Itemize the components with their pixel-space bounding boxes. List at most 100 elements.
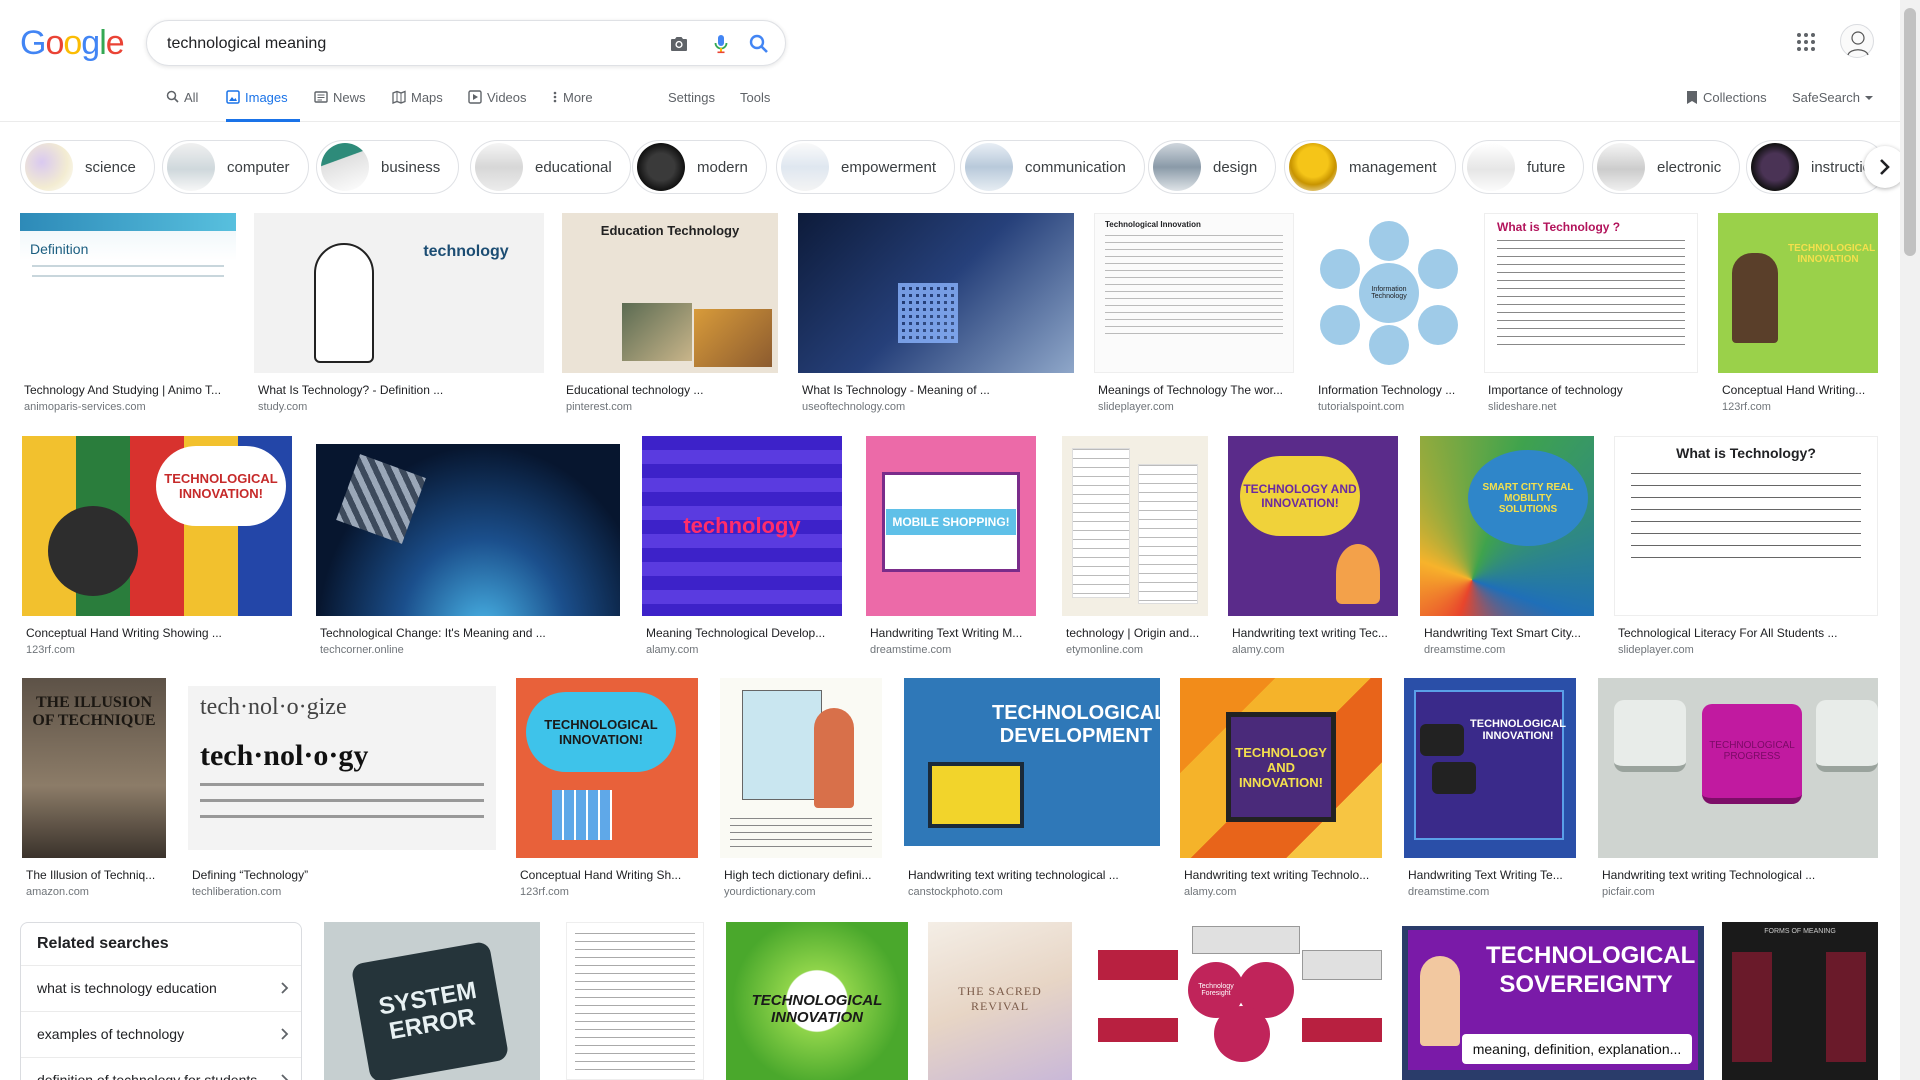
image-result[interactable]: What is Technology ? Importance of techn… <box>1484 213 1698 413</box>
result-thumbnail: Technological Innovation <box>1094 213 1294 373</box>
safesearch-toggle[interactable]: SafeSearch <box>1792 90 1873 122</box>
related-search-item[interactable]: what is technology education <box>21 965 301 1011</box>
result-caption: Educational technology ... <box>566 383 704 397</box>
result-source: slideplayer.com <box>1618 644 1694 656</box>
chip-electronic[interactable]: electronic <box>1592 140 1741 194</box>
chip-management[interactable]: management <box>1284 140 1456 194</box>
image-result[interactable]: TECHNOLOGICAL INNOVATION! Handwriting Te… <box>1404 678 1576 900</box>
chip-future[interactable]: future <box>1462 140 1585 194</box>
google-logo[interactable]: Google <box>20 24 125 63</box>
chip-thumbnail <box>1597 143 1645 191</box>
chip-communication[interactable]: communication <box>960 140 1145 194</box>
chip-business[interactable]: business <box>316 140 460 194</box>
calendar-graphic <box>552 790 612 840</box>
result-caption: Importance of technology <box>1488 383 1623 397</box>
result-source: canstockphoto.com <box>908 886 1003 898</box>
result-caption: Conceptual Hand Writing Sh... <box>520 868 682 882</box>
result-caption: Technology And Studying | Animo T... <box>24 383 222 397</box>
image-result[interactable]: SYSTEM ERROR <box>324 922 540 1080</box>
image-result[interactable] <box>566 922 704 1080</box>
image-result[interactable]: Technological Innovation Meanings of Tec… <box>1094 213 1294 413</box>
chip-thumbnail <box>1289 143 1337 191</box>
image-result[interactable]: MOBILE SHOPPING! Handwriting Text Writin… <box>866 436 1036 658</box>
related-search-item[interactable]: definition of technology for students <box>21 1057 301 1080</box>
tab-news[interactable]: News <box>314 90 366 122</box>
related-searches-panel: Related searches what is technology educ… <box>20 922 302 1080</box>
image-result[interactable]: TECHNOLOGICAL INNOVATION Conceptual Hand… <box>1718 213 1878 413</box>
image-result[interactable]: tech·nol·o·gize tech·nol·o·gy Defining “… <box>188 678 496 900</box>
result-thumbnail: THE ILLUSION OF TECHNIQUE <box>22 678 166 858</box>
chip-educational[interactable]: educational <box>470 140 631 194</box>
satellite <box>336 454 426 544</box>
related-search-item[interactable]: examples of technology <box>21 1011 301 1057</box>
microphone-icon[interactable] <box>709 32 733 56</box>
image-result[interactable]: TECHNOLOGY AND INNOVATION! Handwriting t… <box>1228 436 1398 658</box>
thumbnail-text: TECHNOLOGICAL DEVELOPMENT <box>992 702 1160 747</box>
apps-grid-icon[interactable] <box>1796 32 1816 52</box>
image-result[interactable]: TECHNOLOGICAL INNOVATION! Conceptual Han… <box>22 436 292 658</box>
scrollbar-thumb[interactable] <box>1904 8 1916 256</box>
thumbnail-text: SYSTEM ERROR <box>350 940 510 1080</box>
map-icon <box>392 90 406 104</box>
chip-modern[interactable]: modern <box>632 140 767 194</box>
image-result[interactable]: TECHNOLOGICAL DEVELOPMENT Handwriting te… <box>904 678 1160 900</box>
tab-videos[interactable]: Videos <box>468 90 527 122</box>
chip-label: electronic <box>1657 158 1722 176</box>
chevron-right-icon <box>281 982 289 994</box>
image-result[interactable]: Definition Technology And Studying | Ani… <box>20 213 236 413</box>
camera-icon[interactable] <box>667 32 691 56</box>
chip-design[interactable]: design <box>1148 140 1277 194</box>
image-result[interactable]: Technology Foresight <box>1092 922 1384 1080</box>
text-lines <box>575 933 695 1073</box>
settings-link[interactable]: Settings <box>668 90 715 122</box>
image-result[interactable]: technology Meaning Technological Develop… <box>642 436 842 658</box>
subtitle-text: meaning, definition, explanation... <box>1462 1034 1692 1064</box>
cartoon-figure <box>314 243 374 363</box>
image-result[interactable]: technology | Origin and... etymonline.co… <box>1062 436 1208 658</box>
image-result[interactable]: THE SACRED REVIVAL <box>928 922 1072 1080</box>
image-result[interactable]: High tech dictionary defini... yourdicti… <box>720 678 882 900</box>
diagram-node <box>1418 249 1458 289</box>
image-result[interactable]: What Is Technology - Meaning of ... useo… <box>798 213 1074 413</box>
result-caption: Handwriting text writing Technolo... <box>1184 868 1370 882</box>
tab-images[interactable]: Images <box>226 90 300 122</box>
result-thumbnail: TECHNOLOGICAL INNOVATION! <box>516 678 698 858</box>
settings-label: Settings <box>668 90 715 105</box>
tab-all[interactable]: All <box>166 90 198 122</box>
image-result[interactable]: technology What Is Technology? - Definit… <box>254 213 544 413</box>
diagram-node <box>1369 221 1409 261</box>
tab-maps[interactable]: Maps <box>392 90 443 122</box>
chip-empowerment[interactable]: empowerment <box>776 140 956 194</box>
image-result[interactable]: TECHNOLOGICAL INNOVATION! Conceptual Han… <box>516 678 698 900</box>
search-icon[interactable] <box>747 32 771 56</box>
chip-science[interactable]: science <box>20 140 155 194</box>
image-result[interactable]: Technological Change: It's Meaning and .… <box>316 436 620 658</box>
image-result[interactable]: Information Technology Information Techn… <box>1314 213 1464 413</box>
image-result[interactable]: SMART CITY REAL MOBILITY SOLUTIONS Handw… <box>1420 436 1594 658</box>
note-card <box>1072 448 1130 598</box>
account-avatar[interactable] <box>1840 24 1874 58</box>
thumbnail-text: THE ILLUSION OF TECHNIQUE <box>32 694 156 729</box>
diagram-box <box>1098 1018 1178 1042</box>
diagram-box <box>1098 950 1178 980</box>
page-scrollbar[interactable] <box>1900 0 1920 1080</box>
play-icon <box>468 90 482 104</box>
thumbnail-text: TECHNOLOGICAL SOVEREIGNTY <box>1486 942 1696 998</box>
tab-more[interactable]: More <box>552 90 593 122</box>
image-result[interactable]: TECHNOLOGICAL SOVEREIGNTY meaning, defin… <box>1402 926 1704 1080</box>
browser-window: MOBILE SHOPPING! <box>882 472 1020 572</box>
image-result[interactable]: TECHNOLOGICAL PROGRESS Handwriting text … <box>1598 678 1878 900</box>
collections-link[interactable]: Collections <box>1686 90 1767 122</box>
chip-thumbnail <box>1467 143 1515 191</box>
result-thumbnail: TECHNOLOGICAL INNOVATION! <box>1404 678 1576 858</box>
image-result[interactable]: FORMS OF MEANING <box>1722 922 1878 1080</box>
image-result[interactable]: What is Technology? Technological Litera… <box>1614 436 1878 658</box>
search-input[interactable] <box>167 33 647 55</box>
image-result[interactable]: TECHNOLOGICAL INNOVATION <box>726 922 908 1080</box>
image-result[interactable]: Education Technology Educational technol… <box>562 213 778 413</box>
result-caption: What Is Technology? - Definition ... <box>258 383 444 397</box>
image-result[interactable]: THE ILLUSION OF TECHNIQUE The Illusion o… <box>22 678 166 900</box>
image-result[interactable]: TECHNOLOGY AND INNOVATION! Handwriting t… <box>1180 678 1382 900</box>
tools-link[interactable]: Tools <box>740 90 770 122</box>
chip-computer[interactable]: computer <box>162 140 309 194</box>
